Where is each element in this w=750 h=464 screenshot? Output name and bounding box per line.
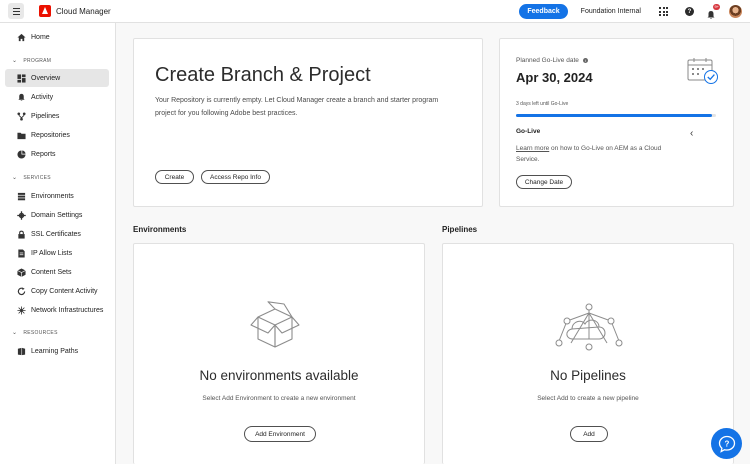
change-date-button[interactable]: Change Date (516, 175, 572, 189)
user-avatar[interactable] (729, 5, 742, 18)
apps-grid-icon[interactable] (659, 7, 668, 16)
sidebar-item-label: Pipelines (31, 112, 60, 120)
sidebar-item-label: Copy Content Activity (31, 287, 98, 295)
section-services[interactable]: ⌄ SERVICES (12, 174, 51, 182)
help-icon[interactable]: ? (685, 7, 694, 16)
learning-icon (16, 346, 26, 356)
sidebar-item-label: Home (31, 33, 50, 41)
sidebar-item-label: Repositories (31, 131, 70, 139)
sidebar-item-label: Content Sets (31, 268, 72, 276)
reports-icon (16, 149, 26, 159)
repositories-icon (16, 130, 26, 140)
chevron-down-icon: ⌄ (12, 175, 18, 181)
create-button[interactable]: Create (155, 170, 194, 184)
pipelines-empty-desc: Select Add to create a new pipeline (537, 395, 639, 402)
cloud-pipeline-icon (555, 303, 623, 351)
hero-title: Create Branch & Project (155, 64, 371, 86)
golive-info: Learn more on how to Go-Live on AEM as a… (516, 143, 676, 165)
help-chat-button[interactable]: ? (711, 428, 742, 459)
sidebar-item-pipelines[interactable]: Pipelines (5, 107, 109, 125)
app-title: Cloud Manager (56, 6, 111, 16)
sidebar-item-reports[interactable]: Reports (5, 145, 109, 163)
pipelines-section-title: Pipelines (442, 225, 478, 234)
section-resources[interactable]: ⌄ RESOURCES (12, 329, 58, 337)
sidebar-item-label: Overview (31, 74, 61, 82)
sidebar-item-overview[interactable]: Overview (5, 69, 109, 87)
notifications-icon[interactable]: 9+ (706, 3, 720, 19)
golive-label: Planned Go-Live date (516, 57, 579, 64)
environments-icon (16, 191, 26, 201)
golive-days-left: 3 days left until Go-Live (516, 101, 569, 107)
chevron-left-icon[interactable]: ‹ (690, 128, 693, 139)
golive-card: Planned Go-Live date i Apr 30, 2024 3 da… (499, 38, 734, 207)
sidebar-item-copy-content-activity[interactable]: Copy Content Activity (5, 282, 109, 300)
environments-card: No environments available Select Add Env… (133, 243, 425, 464)
environments-section-title: Environments (133, 225, 187, 234)
golive-label-row: Planned Go-Live date i (516, 57, 588, 64)
sidebar-item-ip-allow-lists[interactable]: IP Allow Lists (5, 244, 109, 262)
sidebar-item-activity[interactable]: Activity (5, 88, 109, 106)
sidebar-item-label: Learning Paths (31, 347, 79, 355)
sidebar-item-content-sets[interactable]: Content Sets (5, 263, 109, 281)
sidebar: Home ⌄ PROGRAM Overview Activity Pipeline… (0, 23, 116, 464)
hero-description: Your Repository is currently empty. Let … (155, 97, 439, 117)
sidebar-item-home[interactable]: Home (5, 28, 109, 46)
sidebar-item-label: Network Infrastructures (31, 306, 104, 314)
golive-section-title: Go-Live (516, 128, 541, 135)
pipelines-empty-title: No Pipelines (550, 368, 626, 383)
svg-text:?: ? (724, 439, 729, 448)
pipelines-icon (16, 111, 26, 121)
section-program[interactable]: ⌄ PROGRAM (12, 57, 52, 65)
box-icon (16, 267, 26, 277)
learn-more-link[interactable]: Learn more (516, 145, 549, 152)
home-icon (16, 32, 26, 42)
golive-date: Apr 30, 2024 (516, 70, 593, 85)
sidebar-item-label: Environments (31, 192, 74, 200)
environments-empty-desc: Select Add Environment to create a new e… (202, 395, 356, 402)
empty-box-icon (250, 301, 300, 348)
feedback-button[interactable]: Feedback (519, 4, 568, 19)
adobe-logo-icon (39, 5, 51, 17)
org-switcher[interactable]: Foundation Internal (581, 8, 641, 15)
document-icon (16, 248, 26, 258)
network-icon (16, 305, 26, 315)
sidebar-item-label: Domain Settings (31, 211, 83, 219)
golive-progress-bar (516, 114, 716, 117)
section-label: RESOURCES (23, 329, 58, 336)
sidebar-item-label: Activity (31, 93, 54, 101)
sidebar-item-learning-paths[interactable]: Learning Paths (5, 342, 109, 360)
top-bar: Cloud Manager Feedback Foundation Intern… (0, 0, 750, 23)
sidebar-item-label: IP Allow Lists (31, 249, 73, 257)
sidebar-item-domain-settings[interactable]: Domain Settings (5, 206, 109, 224)
overview-icon (16, 73, 26, 83)
sidebar-item-environments[interactable]: Environments (5, 187, 109, 205)
notification-badge: 9+ (713, 3, 720, 10)
sidebar-item-network-infrastructures[interactable]: Network Infrastructures (5, 301, 109, 319)
bell-icon (16, 92, 26, 102)
gear-icon (16, 210, 26, 220)
sync-icon (16, 286, 26, 296)
info-icon[interactable]: i (582, 58, 588, 63)
access-repo-info-button[interactable]: Access Repo Info (201, 170, 270, 184)
sidebar-item-label: SSL Certificates (31, 230, 81, 238)
hamburger-menu-icon[interactable] (8, 3, 24, 19)
pipelines-card: No Pipelines Select Add to create a new … (442, 243, 734, 464)
sidebar-item-ssl-certificates[interactable]: SSL Certificates (5, 225, 109, 243)
add-pipeline-button[interactable]: Add (570, 426, 608, 442)
environments-empty-title: No environments available (199, 368, 359, 383)
lock-icon (16, 229, 26, 239)
golive-progress-fill (516, 114, 712, 117)
sidebar-item-label: Reports (31, 150, 56, 158)
section-label: SERVICES (23, 174, 51, 181)
help-chat-icon: ? (718, 435, 735, 453)
sidebar-item-repositories[interactable]: Repositories (5, 126, 109, 144)
chevron-down-icon: ⌄ (12, 330, 18, 336)
create-branch-card: Create Branch & Project Your Repository … (133, 38, 483, 207)
calendar-check-icon (687, 58, 718, 84)
section-label: PROGRAM (23, 57, 52, 64)
chevron-down-icon: ⌄ (12, 58, 18, 64)
add-environment-button[interactable]: Add Environment (244, 426, 316, 442)
